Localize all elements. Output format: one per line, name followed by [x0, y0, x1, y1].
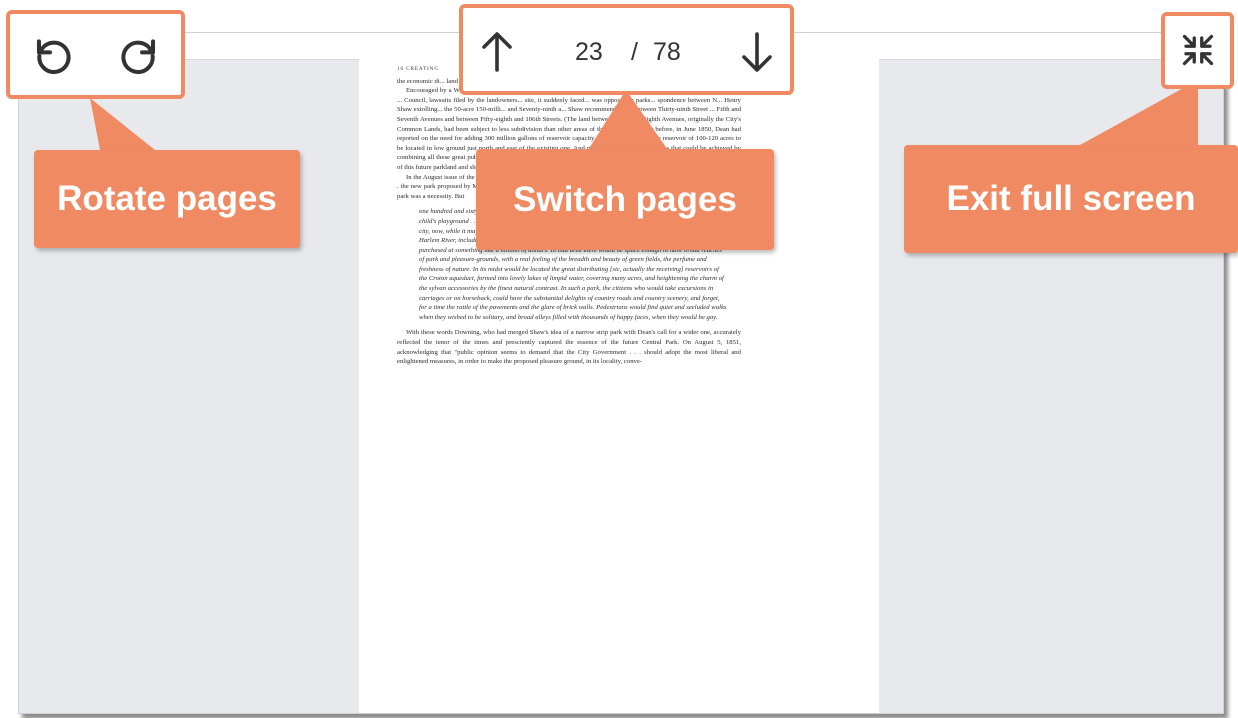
- paragraph: With these words Downing, who had merged…: [397, 329, 741, 366]
- exit-fullscreen-control: [1161, 12, 1234, 89]
- callout-switch-pages: Switch pages: [476, 149, 774, 250]
- total-pages: 78: [653, 38, 681, 66]
- callout-rotate-pages: Rotate pages: [34, 150, 300, 248]
- document-viewer: 16 CREATING the economic di... land migh…: [18, 32, 1224, 714]
- current-page-number[interactable]: 23: [575, 38, 603, 67]
- callout-exit-full-screen: Exit full screen: [904, 145, 1238, 253]
- page-separator: /: [631, 38, 638, 66]
- rotate-controls: [6, 10, 185, 99]
- exit-fullscreen-icon[interactable]: [1180, 32, 1216, 68]
- arrow-up-icon[interactable]: [481, 30, 513, 74]
- rotate-counterclockwise-icon[interactable]: [32, 34, 76, 78]
- rotate-clockwise-icon[interactable]: [116, 34, 160, 78]
- arrow-down-icon[interactable]: [741, 30, 773, 74]
- page-switch-controls: 23 / 78: [459, 4, 794, 95]
